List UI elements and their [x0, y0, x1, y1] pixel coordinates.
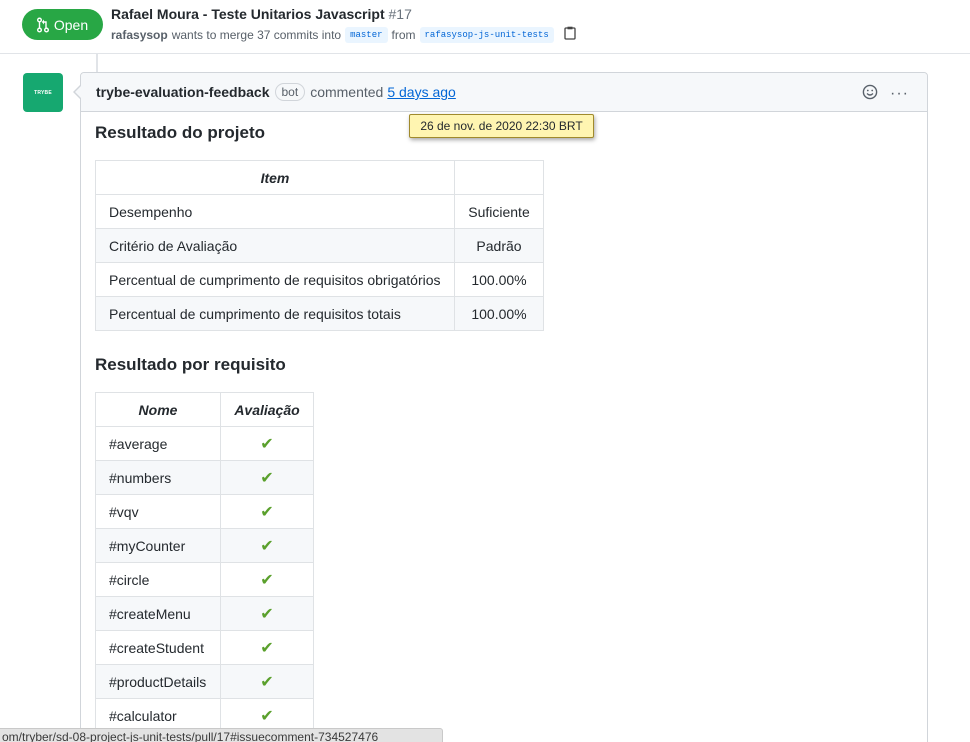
bot-label: bot	[274, 83, 306, 101]
table-cell-value: Padrão	[454, 228, 544, 263]
timeline-line	[96, 54, 98, 72]
table-row: #createMenu ✔	[95, 596, 314, 631]
table-cell-item: Percentual de cumprimento de requisitos …	[95, 296, 455, 331]
table-header-row: Nome Avaliação	[95, 392, 314, 427]
comment-header: trybe-evaluation-feedback bot commented …	[81, 73, 927, 112]
pr-title-row: Rafael Moura - Teste Unitarios Javascrip…	[111, 6, 412, 22]
requirement-name: #createStudent	[95, 630, 221, 665]
avatar-logo-text: TRYBE	[34, 89, 52, 96]
comment-author-link[interactable]: trybe-evaluation-feedback	[96, 84, 270, 100]
check-mark-icon: ✔	[260, 435, 274, 453]
smiley-icon[interactable]	[862, 84, 878, 103]
requirement-name: #myCounter	[95, 528, 221, 563]
comment-timestamp-link[interactable]: 5 days ago	[387, 84, 456, 100]
table-cell-value: 100.00%	[454, 262, 544, 297]
requirements-result-table: Nome Avaliação #average ✔ #numbers ✔ #vq…	[95, 392, 314, 733]
pr-number: #17	[388, 6, 412, 22]
pr-state-badge: Open	[22, 9, 103, 40]
pr-from-text: from	[391, 27, 416, 42]
column-header-evaluation: Avaliação	[220, 392, 314, 427]
check-mark-icon: ✔	[260, 469, 274, 487]
table-row: #myCounter ✔	[95, 528, 314, 563]
head-branch[interactable]: rafasysop-js-unit-tests	[419, 26, 554, 43]
requirements-result-heading: Resultado por requisito	[95, 355, 286, 374]
comment-action: commented	[310, 84, 384, 100]
git-pull-request-icon	[36, 17, 49, 33]
table-row: #circle ✔	[95, 562, 314, 597]
table-header-row: Item	[95, 160, 544, 195]
check-mark-icon: ✔	[260, 639, 274, 657]
pr-meta: rafasysop wants to merge 37 commits into…	[111, 26, 576, 43]
browser-status-bar-url: om/tryber/sd-08-project-js-unit-tests/pu…	[0, 728, 443, 742]
table-row: Critério de Avaliação Padrão	[95, 228, 544, 263]
table-row: #productDetails ✔	[95, 664, 314, 699]
table-cell-value: 100.00%	[454, 296, 544, 331]
table-cell-item: Desempenho	[95, 194, 455, 229]
table-row: Percentual de cumprimento de requisitos …	[95, 262, 544, 297]
column-header-name: Nome	[95, 392, 221, 427]
requirement-name: #createMenu	[95, 596, 221, 631]
check-mark-icon: ✔	[260, 605, 274, 623]
pr-header: Open Rafael Moura - Teste Unitarios Java…	[0, 0, 970, 54]
table-cell-item: Percentual de cumprimento de requisitos …	[95, 262, 455, 297]
timestamp-tooltip: 26 de nov. de 2020 22:30 BRT	[409, 114, 594, 138]
table-row: #vqv ✔	[95, 494, 314, 529]
requirement-name: #average	[95, 426, 221, 461]
table-cell-item: Critério de Avaliação	[95, 228, 455, 263]
table-cell-value: Suficiente	[454, 194, 544, 229]
check-mark-icon: ✔	[260, 571, 274, 589]
pr-title: Rafael Moura - Teste Unitarios Javascrip…	[111, 6, 385, 22]
check-mark-icon: ✔	[260, 503, 274, 521]
requirement-name: #circle	[95, 562, 221, 597]
column-header-item: Item	[95, 160, 455, 195]
comment-actions: ···	[862, 84, 909, 103]
kebab-icon[interactable]: ···	[890, 85, 909, 101]
requirement-name: #numbers	[95, 460, 221, 495]
table-row: #numbers ✔	[95, 460, 314, 495]
table-row: Desempenho Suficiente	[95, 194, 544, 229]
avatar[interactable]: TRYBE	[23, 73, 63, 112]
table-row: #average ✔	[95, 426, 314, 461]
comment-box: trybe-evaluation-feedback bot commented …	[73, 72, 928, 742]
check-mark-icon: ✔	[260, 537, 274, 555]
requirement-name: #vqv	[95, 494, 221, 529]
table-row: #createStudent ✔	[95, 630, 314, 665]
requirement-name: #productDetails	[95, 664, 221, 699]
column-header-value	[454, 160, 544, 195]
project-result-table: Item Desempenho Suficiente Critério de A…	[95, 160, 544, 331]
clipboard-icon[interactable]	[564, 26, 576, 43]
check-mark-icon: ✔	[260, 707, 274, 725]
check-mark-icon: ✔	[260, 673, 274, 691]
pr-state-label: Open	[53, 16, 89, 33]
pr-author-link[interactable]: rafasysop	[111, 28, 168, 42]
comment-body: Resultado do projeto Item Desempenho Suf…	[95, 123, 544, 733]
base-branch[interactable]: master	[345, 26, 388, 43]
pr-merge-text: wants to merge 37 commits into	[171, 27, 342, 42]
table-row: Percentual de cumprimento de requisitos …	[95, 296, 544, 331]
